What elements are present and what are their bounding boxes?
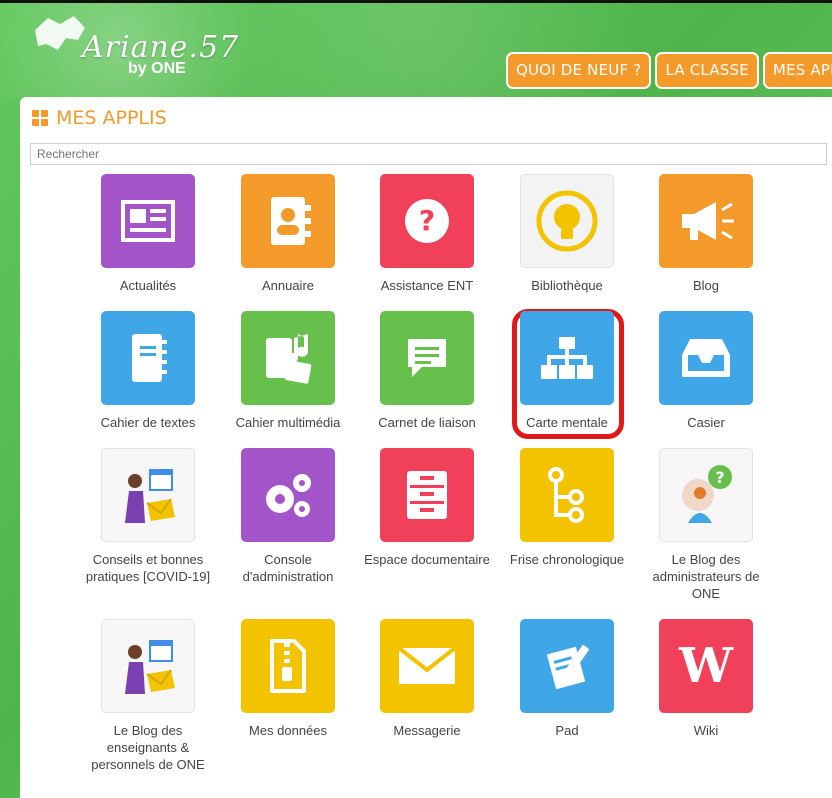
app-casier[interactable]: Casier	[641, 311, 771, 431]
pad-icon	[520, 619, 614, 713]
app-carte-mentale[interactable]: Carte mentale	[502, 311, 632, 431]
app-label: Carte mentale	[526, 415, 608, 430]
app-mes-donnees[interactable]: Mes données	[223, 619, 353, 739]
sitemap-icon	[520, 311, 614, 405]
app-messagerie[interactable]: Messagerie	[362, 619, 492, 739]
nav-la-classe[interactable]: LA CLASSE	[655, 52, 759, 89]
nav-quoi-de-neuf[interactable]: QUOI DE NEUF ?	[506, 52, 652, 89]
apps-grid-icon	[32, 110, 48, 126]
app-label: Wiki	[693, 723, 719, 738]
question-icon: ?	[380, 174, 474, 268]
app-frise-chronologique[interactable]: Frise chronologique	[502, 448, 632, 568]
logo[interactable]: Ariane.57 by ONE	[30, 10, 238, 80]
person-question-icon: ?	[659, 448, 753, 542]
app-assistance-ent[interactable]: ? Assistance ENT	[362, 174, 492, 294]
app-label: Espace documentaire	[364, 552, 490, 567]
app-label: Cahier de textes	[100, 415, 196, 430]
app-carnet-de-liaison[interactable]: Carnet de liaison	[362, 311, 492, 431]
app-label: Messagerie	[393, 723, 461, 738]
app-blog-administrateurs[interactable]: ? Le Blog des administrateurs de ONE	[641, 448, 771, 602]
app-wiki[interactable]: W Wiki	[641, 619, 771, 739]
map-icon	[35, 16, 85, 50]
app-label: Console d'administration	[242, 552, 334, 584]
app-actualites[interactable]: Actualités	[83, 174, 213, 294]
apps-panel: MES APPLIS Actualités Annuaire ? Assista…	[20, 97, 832, 798]
app-label: Cahier multimédia	[235, 415, 341, 430]
app-label: Le Blog des enseignants & personnels de …	[91, 723, 205, 772]
app-label: Frise chronologique	[509, 552, 625, 567]
app-label: Casier	[687, 415, 725, 430]
timeline-icon	[520, 448, 614, 542]
app-label: Annuaire	[261, 278, 315, 293]
app-label: Assistance ENT	[380, 278, 474, 293]
nav-mes-applis[interactable]: MES APPLIS	[762, 52, 832, 89]
calendar-person-icon	[101, 448, 195, 542]
lightbulb-icon	[520, 174, 614, 268]
multimedia-notebook-icon	[241, 311, 335, 405]
app-cahier-multimedia[interactable]: Cahier multimédia	[223, 311, 353, 431]
inbox-tray-icon	[659, 311, 753, 405]
app-blog[interactable]: Blog	[641, 174, 771, 294]
zip-file-icon	[241, 619, 335, 713]
envelope-icon	[380, 619, 474, 713]
app-label: Bibliothèque	[531, 278, 603, 293]
newspaper-icon	[101, 174, 195, 268]
app-label: Mes données	[248, 723, 328, 738]
calendar-person-icon	[101, 619, 195, 713]
app-label: Actualités	[119, 278, 177, 293]
page-title: MES APPLIS	[32, 107, 167, 129]
app-pad[interactable]: Pad	[502, 619, 632, 739]
svg-text:?: ?	[715, 468, 724, 487]
logo-sub: by ONE	[128, 60, 186, 77]
wiki-icon: W	[659, 619, 753, 713]
megaphone-icon	[659, 174, 753, 268]
app-label: Conseils et bonnes pratiques [COVID-19]	[85, 552, 211, 584]
notebook-icon	[101, 311, 195, 405]
app-espace-documentaire[interactable]: Espace documentaire	[362, 448, 492, 568]
app-conseils-covid[interactable]: Conseils et bonnes pratiques [COVID-19]	[83, 448, 213, 585]
app-console-administration[interactable]: Console d'administration	[223, 448, 353, 585]
app-bibliotheque[interactable]: Bibliothèque	[502, 174, 632, 294]
app-label: Blog	[692, 278, 720, 293]
chat-bubble-icon	[380, 311, 474, 405]
app-blog-enseignants[interactable]: Le Blog des enseignants & personnels de …	[83, 619, 213, 773]
gears-icon	[241, 448, 335, 542]
top-nav: QUOI DE NEUF ? LA CLASSE MES APPLIS	[506, 52, 832, 89]
app-cahier-de-textes[interactable]: Cahier de textes	[83, 311, 213, 431]
app-label: Le Blog des administrateurs de ONE	[652, 552, 760, 601]
app-label: Carnet de liaison	[378, 415, 476, 430]
search-input[interactable]	[30, 143, 827, 165]
app-annuaire[interactable]: Annuaire	[223, 174, 353, 294]
drawers-icon	[380, 448, 474, 542]
svg-text:?: ?	[419, 204, 435, 237]
app-label: Pad	[555, 723, 579, 738]
contact-book-icon	[241, 174, 335, 268]
